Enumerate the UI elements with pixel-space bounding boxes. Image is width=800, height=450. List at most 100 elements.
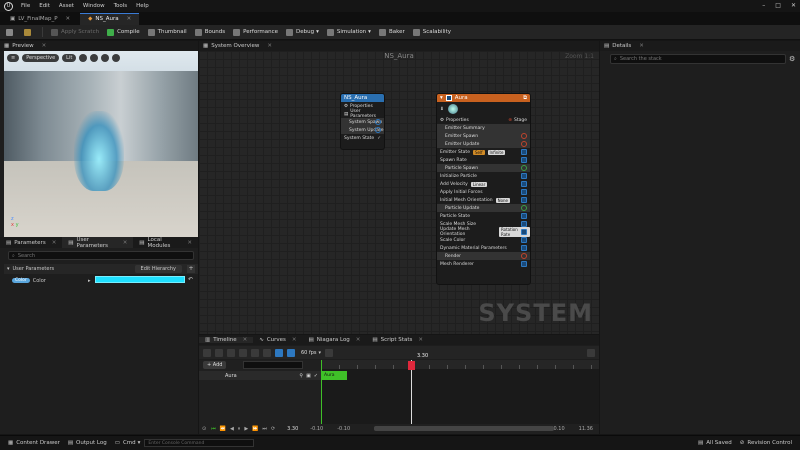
emitter-row[interactable]: Spawn Rate	[437, 156, 530, 164]
emitter-row[interactable]: Initial Mesh Orientation None	[437, 196, 530, 204]
system-state-row[interactable]: System State ✓	[341, 134, 384, 142]
output-log-button[interactable]: ▤ Output Log	[68, 440, 107, 446]
step-back-icon[interactable]: ⏪	[220, 426, 226, 432]
view-icon[interactable]	[215, 348, 223, 357]
baker-button[interactable]: Baker	[378, 28, 405, 36]
row-tag[interactable]: Linear	[470, 181, 488, 187]
collapse-arrow-icon[interactable]: ▾	[440, 95, 443, 101]
track-row-aura[interactable]: Aura ⚲ ▣ ✓	[199, 371, 321, 380]
camera-speed-icon[interactable]	[101, 54, 110, 62]
enable-checkbox[interactable]	[521, 197, 527, 203]
snap-icon[interactable]	[251, 348, 259, 357]
tab-preview[interactable]: ▦ Preview ✕	[0, 41, 198, 51]
menu-help[interactable]: Help	[136, 3, 149, 9]
tab-close-icon[interactable]: ✕	[639, 43, 644, 49]
viewport-menu-button[interactable]: ≡	[7, 54, 20, 62]
tab-system-overview[interactable]: ▦ System Overview ✕	[199, 41, 599, 51]
time-ruler[interactable]	[321, 360, 599, 369]
enable-checkbox[interactable]	[521, 157, 527, 163]
bounds-button[interactable]: Bounds	[194, 28, 225, 36]
row-tag[interactable]: Infinite	[487, 149, 506, 155]
tab-close-icon[interactable]: ✕	[418, 337, 423, 343]
menu-tools[interactable]: Tools	[114, 3, 128, 9]
browse-icon[interactable]	[24, 28, 34, 36]
tab-close-icon[interactable]: ✕	[267, 43, 272, 49]
menu-file[interactable]: File	[21, 3, 30, 9]
lit-button[interactable]: Lit	[62, 54, 77, 62]
enable-checkbox[interactable]	[521, 237, 527, 243]
add-module-icon[interactable]	[521, 253, 527, 259]
tab-close-icon[interactable]: ✕	[42, 43, 47, 49]
enable-check-icon[interactable]: ✓	[314, 373, 318, 379]
emitter-row[interactable]: Emitter Spawn	[437, 132, 530, 140]
emitter-node[interactable]: ▾ Aura ⧉ ⬇ ⚙ Properties ⊕ Stage Emitter …	[436, 93, 531, 285]
lock-icon[interactable]: ⚲	[299, 373, 303, 379]
tab-timeline[interactable]: ▥ Timeline ✕	[199, 337, 254, 343]
save-icon[interactable]	[6, 28, 16, 36]
tab-close-icon[interactable]: ✕	[123, 240, 128, 246]
close-icon[interactable]: ✕	[791, 2, 796, 9]
collapse-arrow-icon[interactable]: ▾	[7, 266, 10, 272]
simulation-button[interactable]: Simulation ▾	[326, 28, 371, 36]
system-update-row[interactable]: System Update	[341, 126, 384, 134]
add-module-icon[interactable]	[375, 119, 381, 125]
unreal-logo-icon[interactable]: U	[4, 1, 13, 11]
menu-edit[interactable]: Edit	[39, 3, 50, 9]
step-forward-icon[interactable]: ⏩	[252, 426, 258, 432]
expand-icon[interactable]	[325, 348, 334, 357]
color-swatch[interactable]	[95, 276, 185, 283]
emitter-row[interactable]: Emitter Summary	[437, 124, 530, 132]
minimize-icon[interactable]: –	[762, 2, 765, 9]
play-reverse-icon[interactable]: ◀	[230, 426, 234, 432]
emitter-row[interactable]: Initialize Particle	[437, 172, 530, 180]
tab-close-icon[interactable]: ✕	[52, 240, 57, 246]
key-icon[interactable]	[239, 348, 247, 357]
expand-arrow-icon[interactable]: ▸	[88, 278, 91, 284]
solo-icon[interactable]: ▣	[306, 373, 311, 379]
content-drawer-button[interactable]: ▦ Content Drawer	[8, 440, 60, 446]
tab-lv-finalmap[interactable]: ▣ LV_FinalMap_P ✕	[2, 13, 78, 25]
add-module-icon[interactable]	[521, 165, 527, 171]
cmd-dropdown[interactable]: ▭ Cmd ▾	[115, 440, 141, 446]
thumbnail-button[interactable]: Thumbnail	[147, 28, 187, 36]
track-search-input[interactable]	[243, 361, 303, 369]
emitter-row[interactable]: Particle State	[437, 212, 530, 220]
scalability-button[interactable]: Scalability	[412, 28, 451, 36]
enable-checkbox[interactable]	[521, 213, 527, 219]
show-icon[interactable]	[79, 54, 88, 62]
emitter-row[interactable]: Apply Initial Forces	[437, 188, 530, 196]
system-spawn-row[interactable]: System Spawn	[341, 118, 384, 126]
emitter-row[interactable]: Render	[437, 252, 530, 260]
tab-close-icon[interactable]: ✕	[292, 337, 297, 343]
tab-parameters[interactable]: ▤ Parameters ✕	[0, 237, 62, 248]
all-saved-indicator[interactable]: ▤ All Saved	[698, 440, 732, 446]
menu-window[interactable]: Window	[83, 3, 105, 9]
add-parameter-button[interactable]: +	[187, 265, 195, 273]
snap-toggle-icon[interactable]	[275, 348, 283, 357]
play-icon[interactable]: ▶	[244, 426, 248, 432]
enable-checkbox[interactable]	[445, 95, 452, 101]
row-tag[interactable]: Self	[472, 149, 485, 155]
system-node[interactable]: NS_Aura ⚙ Properties ▤ User Parameters Sys…	[340, 93, 385, 150]
playhead-handle[interactable]	[408, 361, 415, 370]
loop-icon[interactable]: ⟳	[271, 426, 275, 432]
add-module-icon[interactable]	[375, 127, 381, 133]
tab-details[interactable]: ▤ Details ✕	[600, 41, 800, 51]
user-parameters-section[interactable]: ▾ User Parameters Edit Hierarchy +	[4, 264, 198, 274]
enable-checkbox[interactable]	[521, 149, 527, 155]
enable-checkbox[interactable]	[521, 173, 527, 179]
compile-button[interactable]: Compile	[107, 28, 140, 36]
go-to-start-icon[interactable]: ⏮	[211, 426, 216, 432]
tab-niagara-log[interactable]: ▤ Niagara Log ✕	[303, 337, 367, 343]
current-time[interactable]: 3.30	[287, 426, 298, 432]
filter-icon[interactable]	[227, 348, 235, 357]
revision-control-button[interactable]: ⊘ Revision Control	[740, 440, 792, 446]
settings-gear-icon[interactable]: ⚙	[789, 55, 795, 63]
enable-checkbox[interactable]	[521, 261, 527, 267]
settings-icon[interactable]	[112, 54, 121, 62]
pause-icon[interactable]: ⏸	[238, 426, 241, 432]
add-module-icon[interactable]	[521, 133, 527, 139]
add-module-icon[interactable]	[521, 205, 527, 211]
add-track-button[interactable]: + Add	[203, 361, 227, 369]
tab-close-icon[interactable]: ✕	[187, 240, 192, 246]
